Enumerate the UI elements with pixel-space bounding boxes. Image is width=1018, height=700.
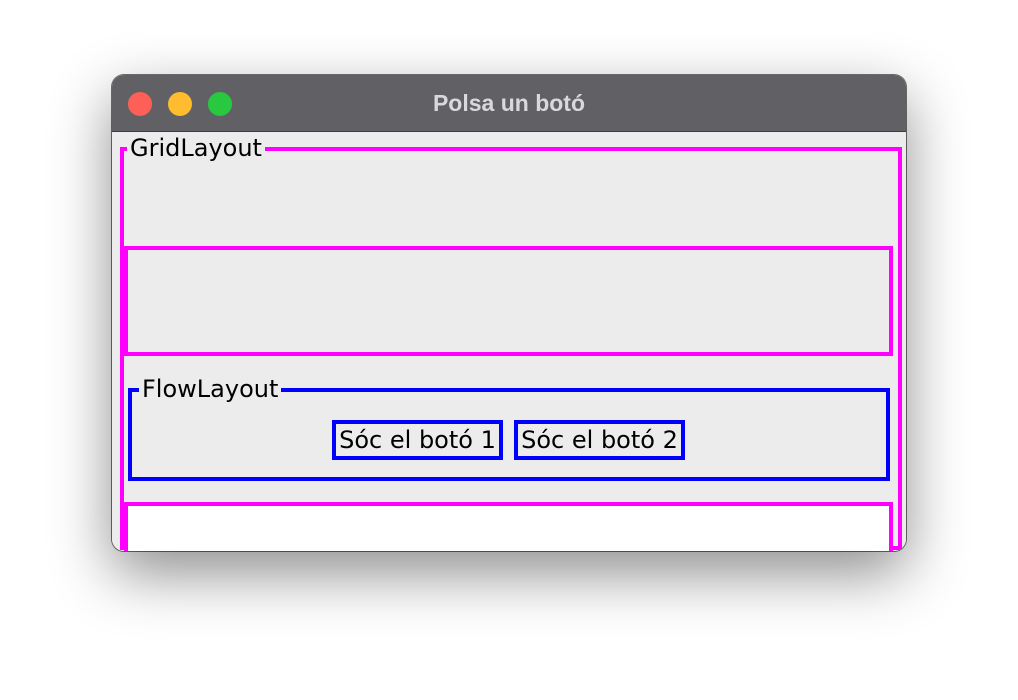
grid-cell-bottom — [124, 502, 893, 551]
window-title: Polsa un botó — [432, 90, 586, 116]
window-content: GridLayout FlowLayout Sóc el botó 1 Sóc … — [112, 132, 906, 551]
flow-button-1[interactable]: Sóc el botó 1 — [332, 420, 503, 460]
flow-button-2[interactable]: Sóc el botó 2 — [514, 420, 685, 460]
title-bar[interactable]: Polsa un botó — [112, 75, 906, 132]
grid-layout-legend: GridLayout — [127, 134, 265, 162]
flow-layout-legend: FlowLayout — [139, 375, 282, 403]
app-window: Polsa un botó GridLayout FlowLayout Sóc … — [112, 75, 906, 551]
grid-cell-top — [124, 246, 893, 356]
